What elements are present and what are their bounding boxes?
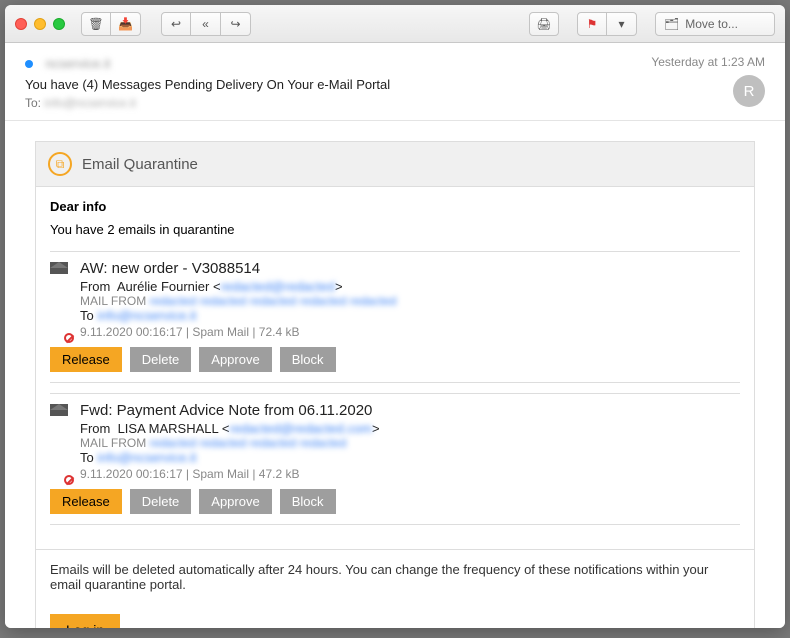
folder-move-icon: 🗂 — [664, 17, 679, 31]
reply-icon: ↩ — [171, 17, 181, 31]
mail-subject: Fwd: Payment Advice Note from 06.11.2020 — [80, 402, 740, 419]
quarantine-count: You have 2 emails in quarantine — [50, 222, 740, 237]
mail-window: 🗑 📥 ↩ « ↪ 🖨 ⚑ ▾ 🗂 Move to... ncservice.i — [5, 5, 785, 628]
to-line: To: info@ncservice.it — [25, 96, 651, 110]
to-label: To: — [25, 96, 41, 110]
maximize-window-button[interactable] — [53, 18, 65, 30]
mail-meta: 9.11.2020 00:16:17 | Spam Mail | 72.4 kB — [80, 325, 740, 339]
trash-button[interactable]: 🗑 — [81, 12, 111, 36]
archive-icon: 📥 — [118, 17, 133, 31]
reply-all-button[interactable]: « — [191, 12, 221, 36]
blocked-mail-icon — [50, 262, 70, 339]
approve-button[interactable]: Approve — [199, 347, 271, 372]
trash-icon: 🗑 — [88, 17, 103, 31]
mail-from: From Aurélie Fournier <redacted@redacted… — [80, 279, 740, 294]
quarantine-footer-note: Emails will be deleted automatically aft… — [36, 549, 754, 604]
quarantine-icon: ⧉ — [48, 152, 72, 176]
flag-icon: ⚑ — [587, 17, 598, 31]
message-content: ncservice.it You have (4) Messages Pendi… — [5, 43, 785, 628]
mail-subject: AW: new order - V3088514 — [80, 260, 740, 277]
subject-line: You have (4) Messages Pending Delivery O… — [25, 77, 651, 92]
mail-mailfrom: MAIL FROM redacted redacted redacted red… — [80, 436, 740, 450]
message-body: ⧉ Email Quarantine Dear info You have 2 … — [5, 121, 785, 628]
quarantine-item: AW: new order - V3088514 From Aurélie Fo… — [50, 251, 740, 383]
to-value: info@ncservice.it — [44, 96, 136, 110]
avatar-letter: R — [744, 83, 755, 100]
block-button[interactable]: Block — [280, 489, 336, 514]
mail-to: To info@ncservice.it — [80, 450, 740, 465]
mail-from: From LISA MARSHALL <redacted@redacted.co… — [80, 421, 740, 436]
approve-button[interactable]: Approve — [199, 489, 271, 514]
block-button[interactable]: Block — [280, 347, 336, 372]
move-to-dropdown[interactable]: 🗂 Move to... — [655, 12, 775, 36]
sender-name: ncservice.it — [45, 56, 110, 71]
flag-dropdown-button[interactable]: ▾ — [607, 12, 637, 36]
mail-mailfrom: MAIL FROM redacted redacted redacted red… — [80, 294, 740, 308]
forward-icon: ↪ — [230, 17, 240, 31]
reply-all-icon: « — [202, 17, 209, 31]
quarantine-header: ⧉ Email Quarantine — [36, 142, 754, 187]
reply-button[interactable]: ↩ — [161, 12, 191, 36]
quarantine-title: Email Quarantine — [82, 156, 198, 173]
quarantine-item: Fwd: Payment Advice Note from 06.11.2020… — [50, 393, 740, 525]
quarantine-card: ⧉ Email Quarantine Dear info You have 2 … — [35, 141, 755, 628]
print-button[interactable]: 🖨 — [529, 12, 559, 36]
archive-button[interactable]: 📥 — [111, 12, 141, 36]
release-button[interactable]: Release — [50, 489, 122, 514]
mail-meta: 9.11.2020 00:16:17 | Spam Mail | 47.2 kB — [80, 467, 740, 481]
timestamp: Yesterday at 1:23 AM — [651, 55, 765, 69]
minimize-window-button[interactable] — [34, 18, 46, 30]
chevron-down-icon: ▾ — [618, 17, 624, 31]
close-window-button[interactable] — [15, 18, 27, 30]
release-button[interactable]: Release — [50, 347, 122, 372]
unread-dot-icon — [25, 60, 33, 68]
move-to-label: Move to... — [685, 17, 738, 31]
flag-button[interactable]: ⚑ — [577, 12, 607, 36]
greeting: Dear info — [50, 199, 740, 214]
forward-button[interactable]: ↪ — [221, 12, 251, 36]
delete-button[interactable]: Delete — [130, 489, 192, 514]
login-button[interactable]: Log in — [50, 614, 120, 628]
print-icon: 🖨 — [536, 17, 551, 31]
window-controls — [15, 18, 65, 30]
delete-button[interactable]: Delete — [130, 347, 192, 372]
mail-to: To info@ncservice.it — [80, 308, 740, 323]
blocked-mail-icon — [50, 404, 70, 481]
message-header: ncservice.it You have (4) Messages Pendi… — [5, 43, 785, 121]
avatar: R — [733, 75, 765, 107]
titlebar: 🗑 📥 ↩ « ↪ 🖨 ⚑ ▾ 🗂 Move to... — [5, 5, 785, 43]
